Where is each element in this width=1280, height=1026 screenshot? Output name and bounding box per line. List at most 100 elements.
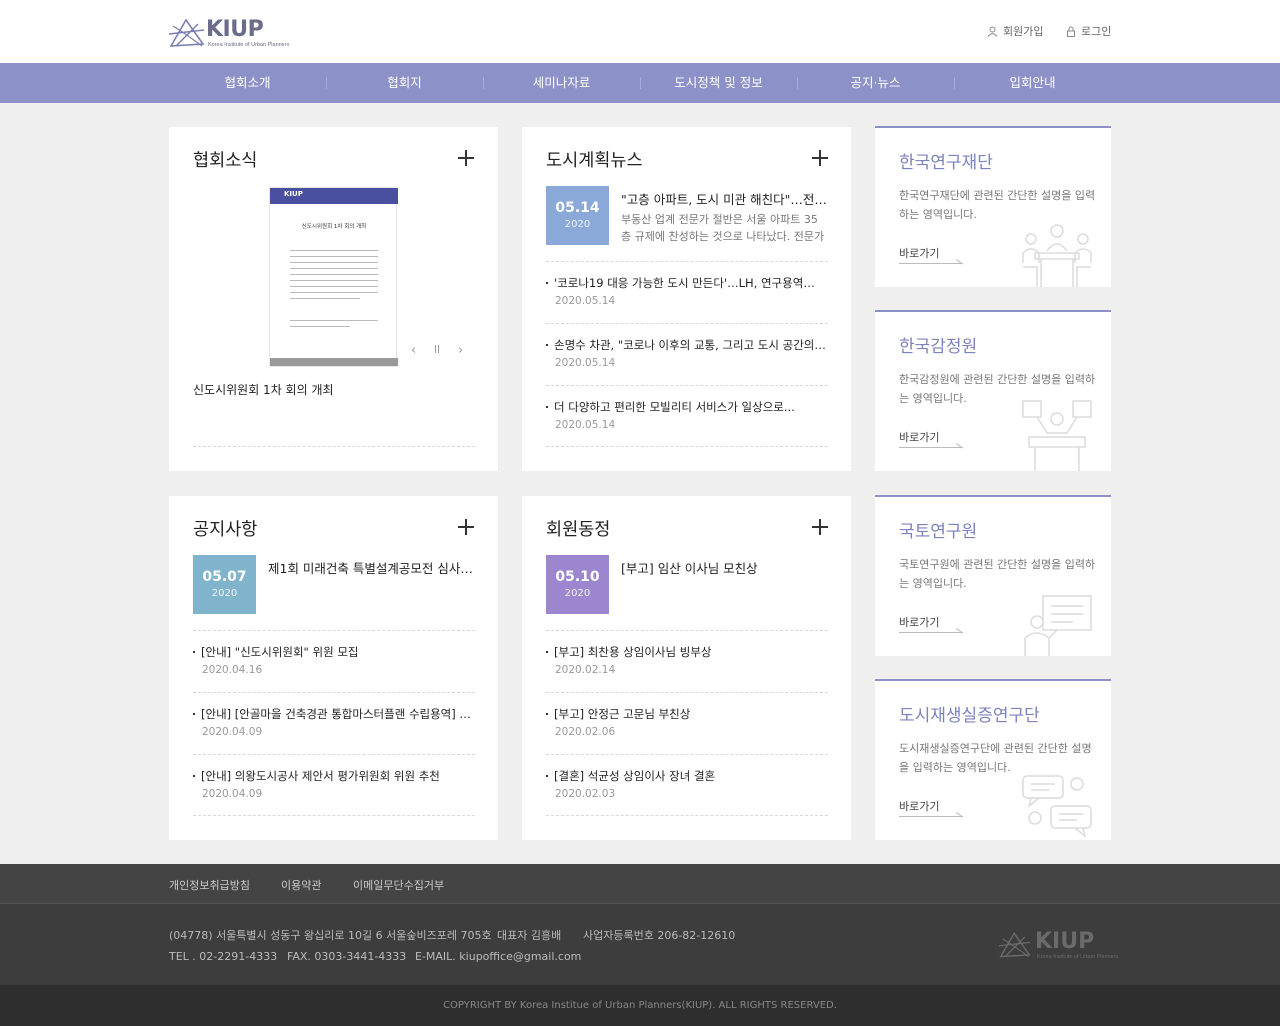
divider xyxy=(193,754,475,755)
thumbnail-text-line xyxy=(290,280,378,281)
list-item-date: 2020.02.06 xyxy=(555,726,616,738)
list-item-title: [안내] "신도시위원회" 위원 모집 xyxy=(201,645,359,659)
nav-policy[interactable]: 도시정책 및 정보 xyxy=(640,63,797,103)
divider xyxy=(546,754,828,755)
footer-logo-subtitle: Korea Institute of Urban Planners xyxy=(1037,954,1119,960)
list-item[interactable]: [안내] "신도시위원회" 위원 모집 2020.04.16 xyxy=(193,644,475,684)
urban-planning-news-card: 도시계획뉴스 05.14 2020 "고층 아파트, 도시 미관 해친다"…전문… xyxy=(522,127,851,471)
nav-seminar[interactable]: 세미나자료 xyxy=(483,63,640,103)
more-plus-icon[interactable] xyxy=(812,519,828,535)
list-item[interactable]: [안내] [안골마을 건축경관 통합마스터플랜 수립용역] 제안서 평가위원 2… xyxy=(193,706,475,746)
side-card-description: 한국연구재단에 관련된 간단한 설명을 입력하는 영역입니다. xyxy=(899,189,1096,221)
date-year: 2020 xyxy=(211,588,238,599)
date-day: 05.10 xyxy=(555,569,600,585)
lock-icon xyxy=(1067,26,1075,37)
footer-links-bar: 개인정보취급방침 이용약관 이메일무단수집거부 xyxy=(0,864,1280,904)
date-day: 05.07 xyxy=(202,569,247,585)
next-arrow-icon[interactable]: › xyxy=(458,343,463,358)
list-item[interactable]: 손명수 차관, "코로나 이후의 교통, 그리고 도시 공간의 변화" 2020… xyxy=(546,337,828,377)
card-title: 공지사항 xyxy=(193,520,258,540)
list-item[interactable]: [안내] 의왕도시공사 제안서 평가위원회 위원 추천 2020.04.09 xyxy=(193,768,475,808)
side-card-nrf: 한국연구재단 한국연구재단에 관련된 간단한 설명을 입력하는 영역입니다. 바… xyxy=(875,126,1111,287)
thumbnail-header-bar: KIUP xyxy=(270,188,398,204)
footer-ceo: 대표자 김흥배 xyxy=(497,929,562,942)
footer-tel: TEL . 02-2291-4333 xyxy=(169,950,278,963)
main-navigation: 협회소개 협회지 세미나자료 도시정책 및 정보 공지·뉴스 입회안내 xyxy=(0,63,1280,103)
more-plus-icon[interactable] xyxy=(458,150,474,166)
divider xyxy=(193,446,475,447)
date-year: 2020 xyxy=(564,219,591,230)
list-item-date: 2020.02.14 xyxy=(555,664,616,676)
list-item[interactable]: [결혼] 석균성 상임이사 장녀 결혼 2020.02.03 xyxy=(546,768,828,808)
go-link[interactable]: 바로가기 xyxy=(899,245,964,264)
thumbnail-text-line xyxy=(290,274,378,275)
login-link[interactable]: 로그인 xyxy=(1066,23,1111,39)
go-link[interactable]: 바로가기 xyxy=(899,614,964,633)
association-news-card: 협회소식 KIUP 신도시위원회 1차 회의 개최 ‹ ll › 신도시위원회 … xyxy=(169,127,498,471)
featured-title[interactable]: "고층 아파트, 도시 미관 해친다"…전문가 35% 반대 xyxy=(621,189,827,208)
list-item-title: [안내] [안골마을 건축경관 통합마스터플랜 수립용역] 제안서 평가위원 xyxy=(201,707,475,721)
site-logo[interactable]: KIUP Korea Institute of Urban Planners xyxy=(168,14,289,50)
side-card-title: 도시재생실증연구단 xyxy=(899,706,1040,726)
date-badge: 05.10 2020 xyxy=(546,555,609,614)
list-item-date: 2020.04.09 xyxy=(202,788,263,800)
prev-arrow-icon[interactable]: ‹ xyxy=(411,343,416,358)
news-caption[interactable]: 신도시위원회 1차 회의 개최 xyxy=(193,381,334,398)
thumbnail-text-line xyxy=(290,292,378,293)
date-badge: 05.07 2020 xyxy=(193,555,256,614)
user-icon xyxy=(987,26,998,37)
list-item[interactable]: [부고] 최찬용 상임이사님 빙부상 2020.02.14 xyxy=(546,644,828,684)
card-title: 도시계획뉴스 xyxy=(546,151,643,171)
list-item-date: 2020.04.09 xyxy=(202,726,263,738)
nav-journal[interactable]: 협회지 xyxy=(326,63,483,103)
featured-title[interactable]: 제1회 미래건축 특별설계공모전 심사위원 모집 안내 xyxy=(268,558,474,577)
news-thumbnail[interactable]: KIUP 신도시위원회 1차 회의 개최 xyxy=(269,187,398,367)
more-plus-icon[interactable] xyxy=(458,519,474,535)
thumbnail-text-line xyxy=(290,298,360,299)
date-year: 2020 xyxy=(564,588,591,599)
nav-about[interactable]: 협회소개 xyxy=(169,63,326,103)
list-item-title: [안내] 의왕도시공사 제안서 평가위원회 위원 추천 xyxy=(201,769,440,783)
footer-business-number: 사업자등록번호 206-82-12610 xyxy=(583,929,736,942)
thumbnail-text-line xyxy=(290,320,378,321)
side-card-title: 국토연구원 xyxy=(899,522,978,542)
list-item[interactable]: [부고] 안정근 고문님 부친상 2020.02.06 xyxy=(546,706,828,746)
nav-membership[interactable]: 입회안내 xyxy=(954,63,1111,103)
featured-title[interactable]: [부고] 임산 이사님 모친상 xyxy=(621,558,827,577)
more-plus-icon[interactable] xyxy=(812,150,828,166)
footer-logo: KIUP Korea Institute of Urban Planners xyxy=(998,928,1118,962)
nav-notice-news[interactable]: 공지·뉴스 xyxy=(797,63,954,103)
email-refusal-link[interactable]: 이메일무단수집거부 xyxy=(353,877,444,893)
footer-email: E-MAIL. kiupoffice@gmail.com xyxy=(415,950,582,963)
featured-description: 부동산 업계 전문가 절반은 서울 아파트 35층 규제에 찬성하는 것으로 나… xyxy=(621,213,825,243)
terms-link[interactable]: 이용약관 xyxy=(281,877,321,893)
thumbnail-logo-text: KIUP xyxy=(284,190,303,198)
notice-card: 공지사항 05.07 2020 제1회 미래건축 특별설계공모전 심사위원 모집… xyxy=(169,496,498,840)
list-item-title: [부고] 최찬용 상임이사님 빙부상 xyxy=(554,645,712,659)
divider xyxy=(193,815,475,816)
thumbnail-text-line xyxy=(290,250,378,251)
pause-icon[interactable]: ll xyxy=(434,343,440,356)
thumbnail-text-line xyxy=(290,256,378,257)
privacy-policy-link[interactable]: 개인정보취급방침 xyxy=(169,877,250,893)
date-badge: 05.14 2020 xyxy=(546,186,609,245)
list-item[interactable]: '코로나19 대응 가능한 도시 만든다'…LH, 연구용역 착수 2020.0… xyxy=(546,275,828,315)
list-item-date: 2020.05.14 xyxy=(555,295,616,307)
list-item-title: 더 다양하고 편리한 모빌리티 서비스가 일상으로... xyxy=(554,400,795,414)
side-card-krihs: 국토연구원 국토연구원에 관련된 간단한 설명을 입력하는 영역입니다. 바로가… xyxy=(875,495,1111,656)
logo-text: KIUP xyxy=(206,17,264,42)
lecture-icon xyxy=(1024,595,1092,656)
list-item-title: [부고] 안정근 고문님 부친상 xyxy=(554,707,691,721)
divider xyxy=(193,692,475,693)
go-link[interactable]: 바로가기 xyxy=(899,429,964,448)
divider xyxy=(546,630,828,631)
go-link[interactable]: 바로가기 xyxy=(899,798,964,817)
side-card-description: 도시재생실증연구단에 관련된 간단한 설명을 입력하는 영역입니다. xyxy=(899,742,1092,774)
list-item[interactable]: 더 다양하고 편리한 모빌리티 서비스가 일상으로... 2020.05.14 xyxy=(546,399,828,439)
footer-fax: FAX. 0303-3441-4333 xyxy=(287,950,407,963)
presenter-icon xyxy=(1022,400,1092,471)
join-link[interactable]: 회원가입 xyxy=(987,23,1043,39)
divider xyxy=(546,692,828,693)
thumbnail-heading: 신도시위원회 1차 회의 개최 xyxy=(301,224,367,230)
thumbnail-footer-bar xyxy=(270,358,398,366)
